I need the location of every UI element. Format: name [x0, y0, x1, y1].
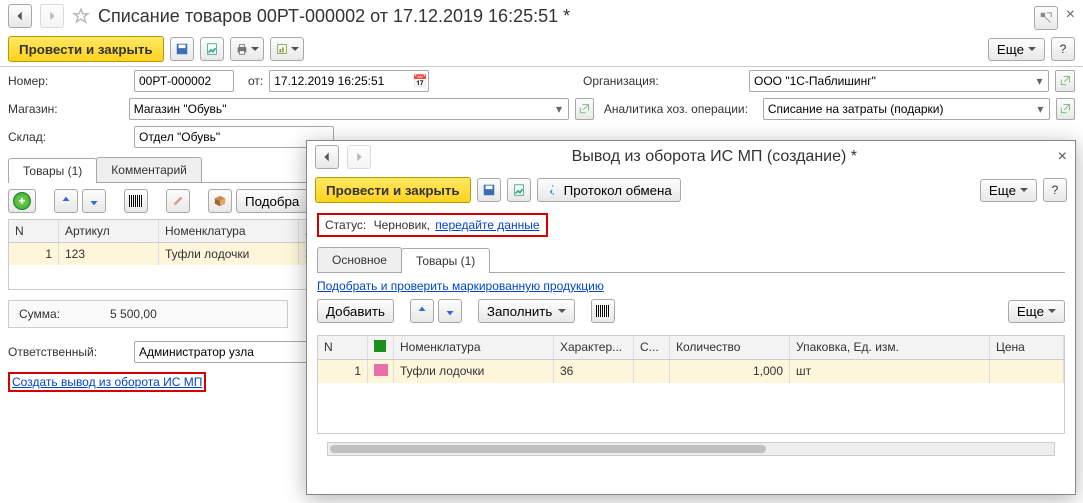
mark-header-icon — [374, 340, 386, 352]
overlay-title: Вывод из оборота ИС МП (создание) * — [379, 148, 1050, 166]
overlay-hscrollbar[interactable] — [327, 442, 1055, 456]
overlay-nav-forward[interactable] — [347, 145, 371, 169]
oth-char[interactable]: Характер... — [554, 336, 634, 359]
nav-forward-button[interactable] — [40, 4, 64, 28]
shop-field[interactable] — [130, 99, 551, 119]
shop-dropdown-icon[interactable]: ▾ — [550, 102, 567, 116]
post-and-close-button[interactable]: Провести и закрыть — [8, 36, 164, 62]
sum-label: Сумма: — [19, 307, 60, 321]
post-icon[interactable] — [200, 37, 224, 61]
barcode-icon[interactable] — [124, 189, 148, 213]
tab-goods[interactable]: Товары (1) — [8, 158, 97, 183]
date-field[interactable] — [270, 71, 412, 91]
org-field[interactable] — [750, 71, 1031, 91]
oth-s[interactable]: С... — [634, 336, 670, 359]
overlay-more2-button[interactable]: Еще — [1008, 300, 1065, 323]
oth-price[interactable]: Цена — [990, 336, 1064, 359]
overlay-tab-goods[interactable]: Товары (1) — [401, 248, 490, 273]
org-label: Организация: — [583, 74, 743, 88]
window-pin-icon[interactable] — [1034, 6, 1058, 30]
protocol-button[interactable]: Протокол обмена — [537, 178, 681, 202]
shop-open-icon[interactable] — [575, 98, 594, 120]
overlay-hscroll-thumb[interactable] — [330, 445, 766, 453]
analytics-open-icon[interactable] — [1056, 98, 1075, 120]
date-inline-label: от: — [248, 74, 263, 88]
warehouse-field[interactable] — [135, 127, 333, 147]
reports-dropdown[interactable] — [270, 37, 304, 61]
overlay-move-down[interactable] — [438, 299, 462, 323]
th-sku[interactable]: Артикул — [59, 220, 159, 242]
box-icon[interactable] — [208, 189, 232, 213]
status-label: Статус: — [325, 218, 366, 232]
create-output-highlight: Создать вывод из оборота ИС МП — [8, 372, 206, 392]
number-label: Номер: — [8, 74, 128, 88]
move-up-button[interactable] — [54, 189, 78, 213]
overlay-add-button[interactable]: Добавить — [317, 299, 394, 323]
overlay-window: Вывод из оборота ИС МП (создание) * × Пр… — [306, 140, 1076, 495]
oth-qty[interactable]: Количество — [670, 336, 790, 359]
pick-button-partial[interactable]: Подобра — [236, 189, 308, 213]
tab-comment[interactable]: Комментарий — [96, 157, 202, 182]
oth-mark[interactable] — [368, 336, 394, 359]
th-nomenclature[interactable]: Номенклатура — [159, 220, 299, 242]
status-value: Черновик, — [374, 218, 430, 232]
overlay-barcode-icon[interactable] — [591, 299, 615, 323]
overlay-goods-table: N Номенклатура Характер... С... Количест… — [317, 335, 1065, 434]
status-highlight: Статус: Черновик, передайте данные — [317, 213, 548, 237]
calendar-icon[interactable]: 📅 — [412, 74, 428, 88]
sum-value: 5 500,00 — [110, 307, 157, 321]
save-icon[interactable] — [170, 37, 194, 61]
number-field[interactable] — [135, 71, 233, 91]
print-dropdown[interactable] — [230, 37, 264, 61]
favorite-star-icon[interactable] — [72, 7, 90, 25]
overlay-tab-main[interactable]: Основное — [317, 247, 402, 272]
org-open-icon[interactable] — [1055, 70, 1075, 92]
overlay-close-icon[interactable]: × — [1058, 148, 1067, 166]
move-down-button[interactable] — [82, 189, 106, 213]
th-n[interactable]: N — [9, 220, 59, 242]
status-link[interactable]: передайте данные — [435, 218, 539, 232]
org-dropdown-icon[interactable]: ▾ — [1031, 74, 1048, 88]
more-menu-button[interactable]: Еще — [988, 38, 1045, 61]
overlay-move-up[interactable] — [410, 299, 434, 323]
overlay-post-icon[interactable] — [507, 178, 531, 202]
nav-back-button[interactable] — [8, 4, 32, 28]
overlay-tabs: Основное Товары (1) — [317, 247, 1065, 273]
overlay-fill-dropdown[interactable]: Заполнить — [478, 299, 575, 323]
create-output-link[interactable]: Создать вывод из оборота ИС МП — [12, 375, 202, 389]
overlay-post-close-button[interactable]: Провести и закрыть — [315, 177, 471, 203]
analytics-label: Аналитика хоз. операции: — [604, 102, 757, 116]
row-mark-icon — [374, 364, 388, 376]
pick-check-marked-link[interactable]: Подобрать и проверить маркированную прод… — [317, 279, 604, 293]
page-title: Списание товаров 00РТ-000002 от 17.12.20… — [98, 6, 570, 27]
add-row-button[interactable]: + — [8, 189, 36, 213]
overlay-help-button[interactable]: ? — [1043, 178, 1067, 202]
responsible-field[interactable] — [135, 342, 313, 362]
overlay-table-row[interactable]: 1 Туфли лодочки 36 1,000 шт — [318, 360, 1064, 383]
close-window-icon[interactable]: × — [1066, 6, 1075, 30]
overlay-nav-back[interactable] — [315, 145, 339, 169]
analytics-dropdown-icon[interactable]: ▾ — [1032, 102, 1049, 116]
oth-n[interactable]: N — [318, 336, 368, 359]
shop-label: Магазин: — [8, 102, 123, 116]
edit-icon[interactable] — [166, 189, 190, 213]
responsible-label: Ответственный: — [8, 345, 128, 359]
analytics-field[interactable] — [764, 99, 1032, 119]
oth-pack[interactable]: Упаковка, Ед. изм. — [790, 336, 990, 359]
overlay-save-icon[interactable] — [477, 178, 501, 202]
warehouse-label: Склад: — [8, 130, 128, 144]
sum-panel: Сумма: 5 500,00 — [8, 300, 288, 328]
oth-nomenclature[interactable]: Номенклатура — [394, 336, 554, 359]
help-button[interactable]: ? — [1051, 37, 1075, 61]
overlay-more-button[interactable]: Еще — [980, 179, 1037, 202]
